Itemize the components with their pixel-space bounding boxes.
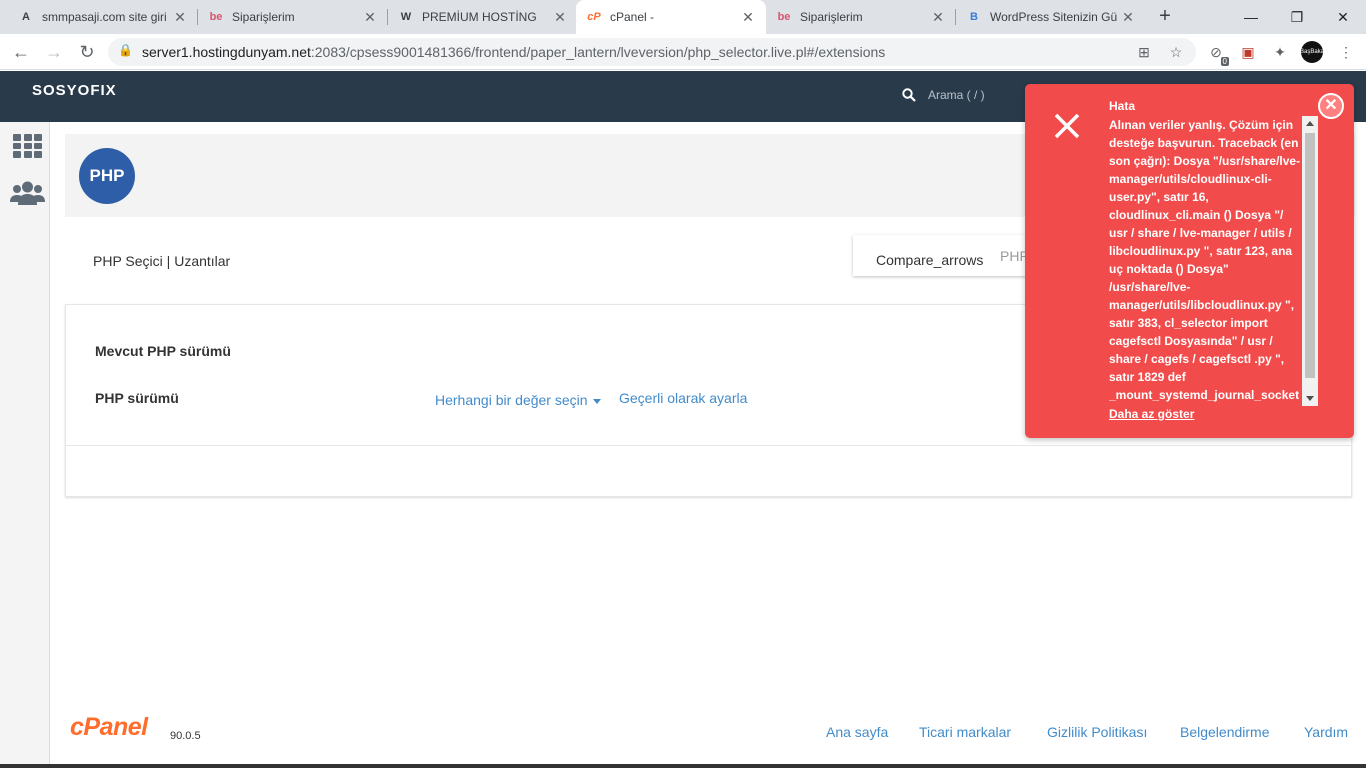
tab-favicon: cP: [587, 11, 601, 23]
footer-link-docs[interactable]: Belgelendirme: [1180, 724, 1270, 740]
url-text[interactable]: server1.hostingdunyam.net:2083/cpsess900…: [142, 44, 885, 60]
compare-label: Compare_arrows: [876, 252, 984, 268]
toast-close-button[interactable]: ✕: [1318, 93, 1344, 119]
breadcrumb-item[interactable]: PHP Seçici: [93, 253, 163, 269]
search-icon: [902, 88, 916, 102]
caret-down-icon: [592, 398, 601, 404]
tab-favicon: W: [400, 11, 412, 23]
close-tab-icon[interactable]: ✕: [172, 9, 188, 26]
new-tab-icon[interactable]: +: [1154, 6, 1176, 28]
extension-icon[interactable]: ⊘ 0: [1206, 42, 1229, 66]
tab-favicon: A: [22, 11, 30, 23]
minimize-icon[interactable]: ―: [1228, 0, 1274, 34]
close-tab-icon[interactable]: ✕: [930, 9, 946, 26]
php-version-dropdown[interactable]: Herhangi bir değer seçin: [435, 392, 601, 408]
cpanel-logo[interactable]: cPanel: [70, 713, 148, 742]
brand-logo[interactable]: SOSYOFIX: [32, 82, 117, 99]
close-tab-icon[interactable]: ✕: [362, 9, 378, 26]
search-placeholder: Arama ( / ): [928, 88, 985, 102]
users-icon[interactable]: [9, 180, 46, 208]
extensions-puzzle-icon[interactable]: ✦: [1270, 42, 1290, 62]
close-tab-icon[interactable]: ✕: [552, 9, 568, 26]
tab-title: PREMİUM HOSTİNG: [422, 10, 537, 24]
breadcrumb-item[interactable]: Uzantılar: [174, 253, 230, 269]
cpanel-version: 90.0.5: [170, 730, 201, 742]
footer-link-privacy[interactable]: Gizlilik Politikası: [1047, 724, 1147, 740]
breadcrumb-separator: |: [166, 253, 171, 269]
apps-grid-icon[interactable]: [13, 134, 42, 158]
scroll-down-icon[interactable]: [1306, 396, 1314, 401]
search-box[interactable]: Arama ( / ): [902, 88, 985, 102]
url-host: server1.hostingdunyam.net: [142, 44, 311, 60]
browser-tab[interactable]: W PREMİUM HOSTİNG ✕: [388, 0, 578, 34]
scroll-up-icon[interactable]: [1306, 121, 1314, 126]
dropdown-label: Herhangi bir değer seçin: [435, 392, 588, 408]
compare-box[interactable]: Compare_arrows PHP: [853, 235, 1053, 276]
browser-menu-icon[interactable]: ⋮: [1336, 42, 1356, 62]
tab-title: smmpasaji.com site giri: [42, 10, 167, 24]
forward-icon[interactable]: →: [42, 40, 66, 64]
footer-link-help[interactable]: Yardım: [1304, 724, 1348, 740]
footer-link-home[interactable]: Ana sayfa: [826, 724, 888, 740]
set-as-current-link[interactable]: Geçerli olarak ayarla: [619, 390, 747, 406]
breadcrumb: PHP Seçici | Uzantılar: [93, 253, 230, 269]
current-php-version-label: Mevcut PHP sürümü: [95, 343, 231, 359]
show-less-link[interactable]: Daha az göster: [1109, 407, 1194, 421]
tab-favicon: be: [777, 11, 791, 23]
close-window-icon[interactable]: ✕: [1320, 0, 1366, 34]
close-tab-icon[interactable]: ✕: [740, 9, 756, 26]
back-icon[interactable]: ←: [9, 40, 33, 64]
tab-favicon: be: [209, 11, 223, 23]
tab-title: cPanel -: [610, 10, 655, 24]
bookmark-star-icon[interactable]: ☆: [1166, 42, 1186, 62]
window-bottom-edge: [0, 764, 1366, 768]
maximize-icon[interactable]: ❐: [1274, 0, 1320, 34]
toast-scrollbar[interactable]: [1302, 116, 1318, 406]
browser-tab-active[interactable]: cP cPanel - ✕: [576, 0, 766, 34]
pocket-icon[interactable]: ▣: [1238, 42, 1258, 62]
profile-avatar[interactable]: BaşBaka: [1301, 41, 1323, 63]
browser-tab[interactable]: be Siparişlerim ✕: [198, 0, 388, 34]
footer-link-trademarks[interactable]: Ticari markalar: [919, 724, 1011, 740]
tab-favicon: B: [970, 11, 978, 23]
browser-tab[interactable]: B WordPress Sitenizin Gü ✕: [956, 0, 1146, 34]
browser-tab-strip: A smmpasaji.com site giri ✕ be Siparişle…: [0, 0, 1366, 34]
url-path: :2083/cpsess9001481366/frontend/paper_la…: [310, 44, 886, 60]
translate-icon[interactable]: ⊞: [1134, 42, 1154, 62]
tab-title: WordPress Sitenizin Gü: [990, 10, 1118, 24]
reload-icon[interactable]: ↻: [75, 40, 99, 64]
tab-title: Siparişlerim: [800, 10, 863, 24]
close-tab-icon[interactable]: ✕: [1120, 9, 1136, 26]
panel-divider: [66, 445, 1351, 446]
tab-title: Siparişlerim: [232, 10, 295, 24]
sidebar: [0, 122, 50, 768]
error-x-icon: [1054, 113, 1080, 139]
browser-tab[interactable]: be Siparişlerim ✕: [766, 0, 956, 34]
php-version-label: PHP sürümü: [95, 390, 179, 406]
toast-title: Hata: [1109, 99, 1136, 113]
php-selector-icon: PHP: [79, 148, 135, 204]
lock-icon: 🔒: [118, 43, 133, 57]
browser-tab[interactable]: A smmpasaji.com site giri ✕: [8, 0, 198, 34]
toast-message: Alınan veriler yanlış. Çözüm için desteğ…: [1109, 118, 1301, 402]
scrollbar-thumb[interactable]: [1305, 133, 1315, 378]
extension-badge: 0: [1220, 57, 1229, 66]
